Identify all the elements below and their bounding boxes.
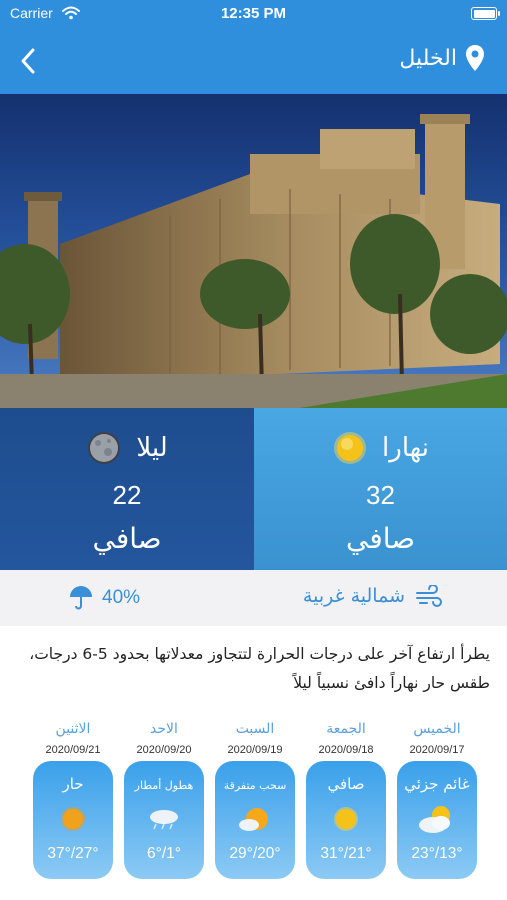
day-condition-label: هطول أمطار <box>134 779 194 792</box>
nav-bar: الخليل <box>0 28 507 94</box>
partly-cloudy-icon <box>419 806 450 833</box>
sun-icon <box>334 432 367 464</box>
wind-direction: شمالية غربية <box>302 585 405 607</box>
forecast-day-card[interactable]: الجمعة 2020/09/18 صافي 31°/21° <box>306 718 386 879</box>
day-condition: صافي <box>345 522 416 555</box>
rain-info: 40% <box>68 585 140 611</box>
day-temp-range: 29°/20° <box>229 845 281 862</box>
day-date: 2020/09/20 <box>136 744 192 756</box>
day-condition-label: صافي <box>327 775 365 793</box>
day-condition-label: سحب متفرقة <box>223 779 287 792</box>
day-condition-label: حار <box>62 775 84 793</box>
page-title: الخليل <box>399 45 457 71</box>
chevron-left-icon <box>21 48 35 74</box>
day-date: 2020/09/21 <box>45 744 101 756</box>
day-card-body[interactable]: سحب متفرقة 29°/20° <box>215 761 295 879</box>
forecast-description: يطرأ ارتفاع آخر على درجات الحرارة لتتجاو… <box>29 645 490 692</box>
day-temp-range: 23°/13° <box>411 845 463 862</box>
night-weather-panel: ليلا 22 صافي <box>0 408 254 570</box>
day-temperature: 32 <box>366 480 395 510</box>
status-bar: Carrier 12:35 PM <box>0 0 507 28</box>
day-card-body[interactable]: صافي 31°/21° <box>306 761 386 879</box>
battery-icon <box>471 7 500 20</box>
day-date: 2020/09/18 <box>318 744 374 756</box>
day-condition-label: غائم جزئي <box>404 775 470 793</box>
day-date: 2020/09/17 <box>409 744 465 756</box>
rain-cloud-icon <box>150 810 178 830</box>
day-temp-range: 37°/27° <box>47 845 99 862</box>
night-temperature: 22 <box>112 480 142 510</box>
day-card-body[interactable]: غائم جزئي 23°/13° <box>397 761 477 879</box>
forecast-day-card[interactable]: الخميس 2020/09/17 غائم جزئي 23°/13° <box>397 718 477 879</box>
hot-sun-icon <box>61 807 85 831</box>
day-name: الجمعة <box>326 721 366 737</box>
moon-icon <box>88 432 121 464</box>
day-name: الاثنين <box>55 721 91 737</box>
day-date: 2020/09/19 <box>227 744 283 756</box>
umbrella-icon <box>70 586 92 610</box>
wind-icon <box>416 585 442 607</box>
rain-probability: 40% <box>102 587 141 608</box>
nav-title-group: الخليل <box>399 44 485 72</box>
night-condition: صافي <box>92 522 162 555</box>
wind-info: شمالية غربية <box>303 585 443 607</box>
status-time: 12:35 PM <box>220 5 287 22</box>
day-card-body[interactable]: حار 37°/27° <box>33 761 113 879</box>
forecast-day-card[interactable]: الاثنين 2020/09/21 حار 37°/27° <box>33 718 113 879</box>
forecast-day-card[interactable]: السبت 2020/09/19 سحب متفرقة 29°/20° <box>215 718 295 879</box>
forecast-day-card[interactable]: الاحد 2020/09/20 هطول أمطار 6°/1° <box>124 718 204 879</box>
location-pin-icon <box>466 45 484 71</box>
city-hero-image <box>0 94 507 408</box>
day-card-body[interactable]: هطول أمطار 6°/1° <box>124 761 204 879</box>
night-label: ليلا <box>136 433 168 463</box>
day-name: الخميس <box>413 721 461 737</box>
scattered-clouds-icon <box>239 808 268 831</box>
day-temp-range: 31°/21° <box>320 845 372 862</box>
day-weather-panel: نهارا 32 صافي <box>254 408 507 570</box>
day-temp-range: 6°/1° <box>147 845 181 862</box>
day-name: السبت <box>235 721 275 737</box>
wind-rain-row: شمالية غربية 40% <box>0 570 507 626</box>
day-name: الاحد <box>150 721 178 737</box>
day-label: نهارا <box>382 433 429 463</box>
back-button[interactable] <box>10 43 46 79</box>
sun-icon <box>334 807 358 831</box>
